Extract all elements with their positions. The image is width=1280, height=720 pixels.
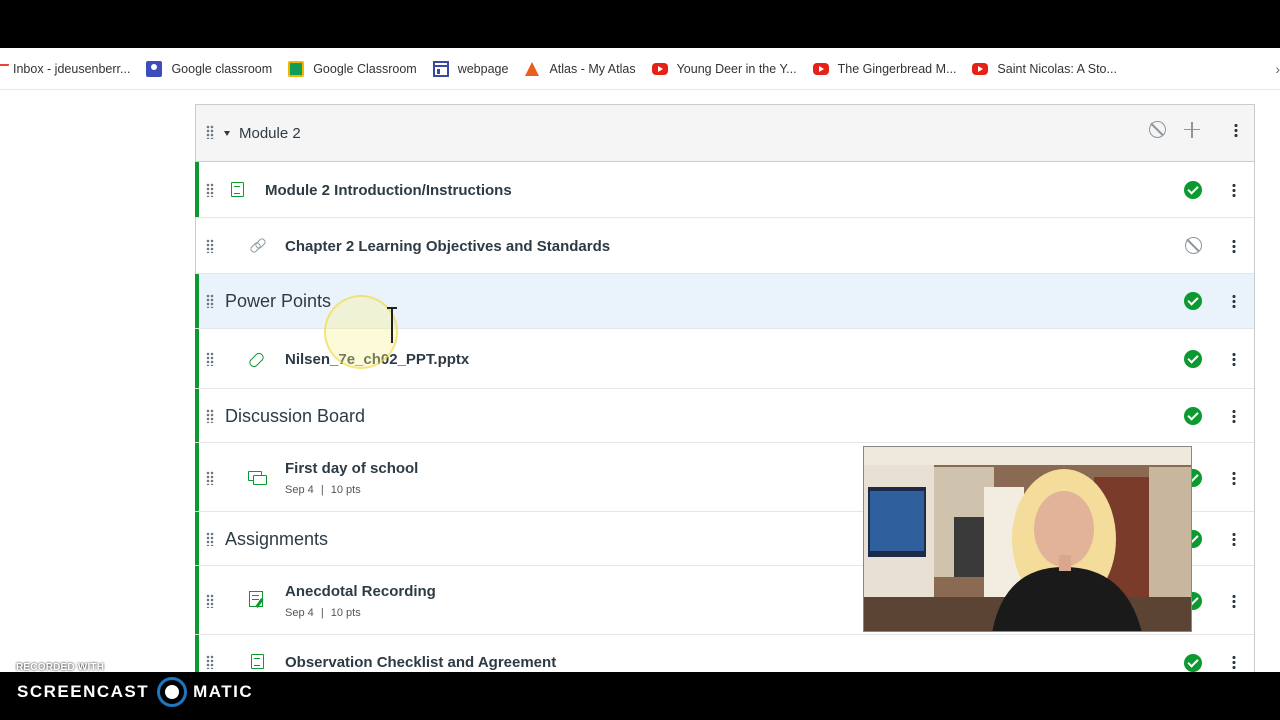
published-icon[interactable] (1184, 181, 1202, 199)
bookmarks-overflow-icon[interactable]: › (1275, 61, 1280, 77)
points: 10 pts (330, 484, 361, 496)
link-icon (248, 237, 266, 255)
module-header[interactable]: Module 2 (196, 105, 1254, 162)
item-options-icon[interactable] (1232, 352, 1236, 366)
header-title: Power Points (225, 291, 332, 311)
bookmark-label: Atlas - My Atlas (549, 61, 636, 76)
module-title: Module 2 (239, 125, 301, 142)
published-icon[interactable] (1184, 407, 1202, 425)
bookmark-label: Young Deer in the Y... (676, 61, 797, 76)
drag-handle-icon[interactable] (206, 471, 214, 485)
item-options-icon[interactable] (1232, 655, 1236, 669)
module-item-learning-objectives[interactable]: Chapter 2 Learning Objectives and Standa… (196, 218, 1254, 274)
bookmark-google-classroom-2[interactable]: Google Classroom (288, 60, 417, 77)
drag-handle-icon[interactable] (206, 183, 214, 197)
bookmark-label: The Gingerbread M... (837, 61, 957, 76)
google-classroom-icon (146, 60, 163, 77)
bookmark-atlas[interactable]: Atlas - My Atlas (524, 61, 636, 77)
gmail-icon (0, 61, 6, 77)
bookmark-gingerbread[interactable]: The Gingerbread M... (812, 61, 957, 76)
bookmark-label: Google Classroom (313, 61, 417, 76)
drag-handle-icon[interactable] (206, 294, 214, 308)
screen-top-bar (0, 0, 1280, 48)
webpage-icon (432, 60, 449, 77)
item-options-icon[interactable] (1232, 471, 1236, 485)
module-item-observation-checklist[interactable]: Observation Checklist and Agreement (195, 635, 1254, 672)
bookmark-saint-nicolas[interactable]: Saint Nicolas: A Sto... (972, 62, 1117, 76)
logo-text-left: SCREENCAST (17, 682, 150, 701)
bookmark-label: webpage (457, 61, 509, 76)
due-date: Sep 4 (285, 484, 314, 496)
published-icon[interactable] (1184, 292, 1202, 310)
item-title[interactable]: Anecdotal Recording (285, 583, 436, 600)
collapse-caret-icon[interactable] (224, 131, 230, 136)
atlas-icon (524, 61, 540, 77)
drag-handle-icon[interactable] (206, 239, 214, 253)
points: 10 pts (330, 607, 361, 619)
unpublished-icon[interactable] (1185, 237, 1202, 254)
bookmark-label: Inbox - jdeusenberr... (13, 61, 131, 76)
item-meta: Sep 4 | 10 pts (285, 484, 361, 496)
item-title[interactable]: Chapter 2 Learning Objectives and Standa… (285, 238, 610, 255)
published-icon[interactable] (1184, 654, 1202, 672)
youtube-icon (812, 62, 829, 75)
meta-separator: | (320, 484, 324, 496)
item-options-icon[interactable] (1232, 594, 1236, 608)
text-header-discussion-board[interactable]: Discussion Board (195, 389, 1254, 443)
page-icon (231, 182, 244, 197)
unpublished-icon[interactable] (1149, 121, 1166, 138)
drag-handle-icon[interactable] (206, 655, 214, 669)
text-cursor-icon (387, 307, 397, 343)
due-date: Sep 4 (285, 607, 314, 619)
item-options-icon[interactable] (1232, 183, 1236, 197)
course-modules-page: Module 2 Module 2 Introduction/Instructi… (0, 90, 1280, 672)
drag-handle-icon[interactable] (206, 125, 214, 139)
bookmark-webpage[interactable]: webpage (432, 60, 509, 77)
bookmark-google-classroom[interactable]: Google classroom (146, 60, 273, 77)
item-options-icon[interactable] (1232, 294, 1236, 308)
item-title[interactable]: First day of school (285, 460, 418, 477)
webcam-overlay (863, 446, 1192, 632)
screencastomatic-logo: SCREENCAST MATIC (17, 677, 253, 707)
page-icon (251, 654, 264, 669)
drag-handle-icon[interactable] (206, 532, 214, 546)
discussion-icon (248, 469, 267, 487)
header-title: Discussion Board (225, 406, 366, 426)
recorded-with-label: RECORDED WITH (16, 662, 105, 673)
youtube-icon (651, 62, 668, 75)
item-options-icon[interactable] (1232, 409, 1236, 423)
item-options-icon[interactable] (1232, 239, 1236, 253)
bookmark-young-deer[interactable]: Young Deer in the Y... (651, 61, 797, 76)
bookmark-label: Saint Nicolas: A Sto... (997, 61, 1117, 76)
bookmark-label: Google classroom (171, 61, 273, 76)
module-options-icon[interactable] (1234, 122, 1238, 137)
attachment-icon (248, 350, 266, 368)
item-title[interactable]: Module 2 Introduction/Instructions (265, 182, 512, 199)
item-meta: Sep 4 | 10 pts (285, 607, 361, 619)
drag-handle-icon[interactable] (206, 352, 214, 366)
bookmark-inbox[interactable]: Inbox - jdeusenberr... (0, 61, 130, 77)
item-title[interactable]: Observation Checklist and Agreement (285, 654, 556, 671)
header-title: Assignments (225, 529, 329, 549)
assignment-icon (249, 591, 263, 607)
add-item-icon[interactable] (1184, 121, 1200, 138)
logo-text-right: MATIC (193, 682, 254, 701)
google-classroom-green-icon (288, 60, 305, 77)
webcam-video-feed (864, 447, 1191, 631)
youtube-icon (972, 62, 989, 75)
meta-separator: | (320, 607, 324, 619)
drag-handle-icon[interactable] (206, 594, 214, 608)
bookmarks-bar: Inbox - jdeusenberr... Google classroom … (0, 48, 1280, 90)
module-item-introduction[interactable]: Module 2 Introduction/Instructions (195, 162, 1254, 218)
item-options-icon[interactable] (1232, 532, 1236, 546)
published-icon[interactable] (1184, 350, 1202, 368)
drag-handle-icon[interactable] (206, 409, 214, 423)
record-dot-icon (157, 677, 188, 707)
